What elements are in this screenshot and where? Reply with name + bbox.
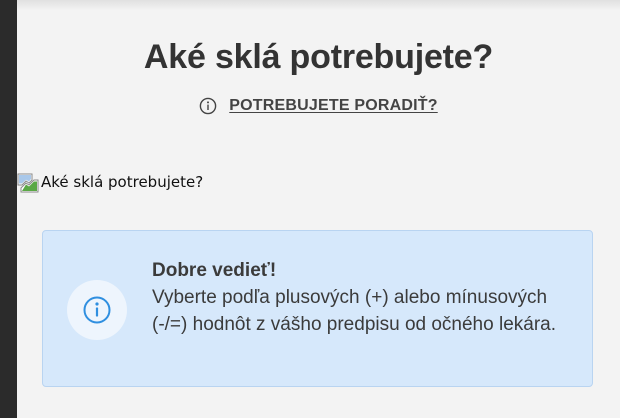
left-window-edge <box>0 0 17 418</box>
info-body: Vyberte podľa plusových (+) alebo mínuso… <box>152 287 557 335</box>
main-content: Aké sklá potrebujete? POTREBUJETE PORADI… <box>17 0 620 418</box>
info-circle-icon <box>199 97 217 115</box>
image-alt-text: Aké sklá potrebujete? <box>41 173 204 191</box>
lens-type-image: Aké sklá potrebujete? <box>17 171 203 193</box>
advice-link[interactable]: POTREBUJETE PORADIŤ? <box>17 97 620 115</box>
advice-link-label[interactable]: POTREBUJETE PORADIŤ? <box>229 97 437 115</box>
info-text: Dobre vedieť! Vyberte podľa plusových (+… <box>152 257 582 338</box>
info-card: Dobre vedieť! Vyberte podľa plusových (+… <box>42 230 593 387</box>
broken-image-icon <box>17 171 39 193</box>
info-badge <box>67 280 127 340</box>
page-title: Aké sklá potrebujete? <box>143 38 494 76</box>
info-circle-icon <box>83 296 111 324</box>
info-heading: Dobre vedieť! <box>152 260 277 281</box>
